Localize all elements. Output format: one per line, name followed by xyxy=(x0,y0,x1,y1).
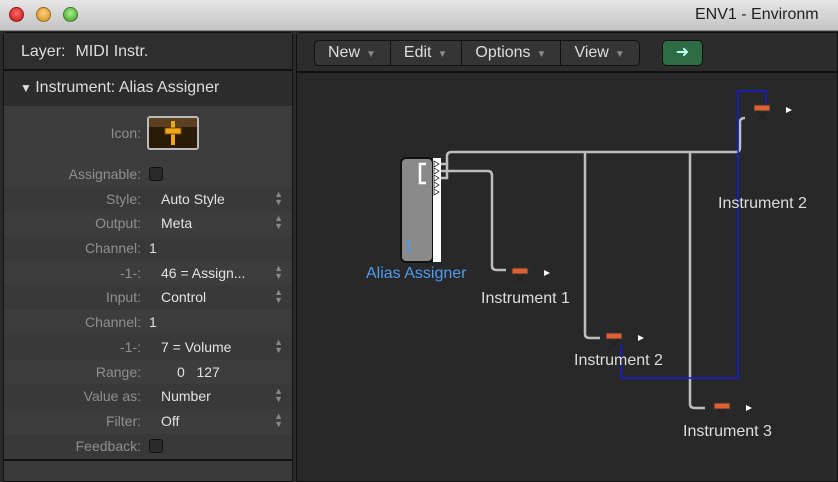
cable[interactable] xyxy=(441,169,506,272)
cable[interactable] xyxy=(441,116,746,166)
output-triangle xyxy=(638,335,644,341)
output-triangle xyxy=(786,107,792,113)
instrument-label[interactable]: Instrument 1 xyxy=(481,290,570,308)
output-triangle xyxy=(544,270,550,276)
cable[interactable] xyxy=(583,152,600,340)
output-triangle xyxy=(746,405,752,411)
keyboard-icon[interactable] xyxy=(712,400,756,420)
instrument-label[interactable]: Instrument 2 xyxy=(574,352,663,370)
keyboard-icon[interactable] xyxy=(510,265,554,285)
keyboard-icon[interactable] xyxy=(752,102,796,122)
assigner-number: 1 xyxy=(404,238,413,255)
instrument-label[interactable]: Instrument 3 xyxy=(683,423,772,441)
keyboard-icon[interactable] xyxy=(604,330,648,350)
alias-assigner-label[interactable]: Alias Assigner xyxy=(366,265,467,283)
cable[interactable] xyxy=(688,152,705,410)
instrument-label[interactable]: Instrument 2 xyxy=(718,195,807,213)
